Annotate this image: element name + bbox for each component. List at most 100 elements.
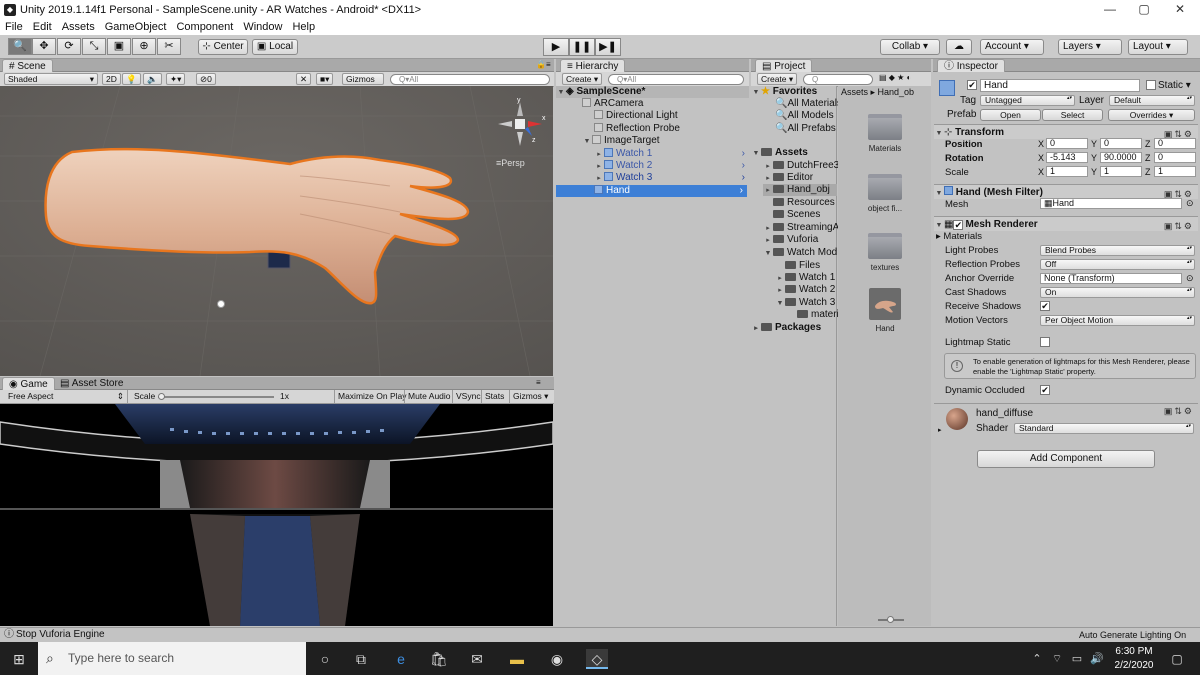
mail-icon[interactable]: ✉ bbox=[466, 649, 488, 669]
stats-toggle[interactable]: Stats bbox=[481, 390, 507, 403]
asset-textures-folder[interactable]: textures bbox=[860, 233, 910, 272]
lightmap-static-checkbox[interactable] bbox=[1040, 337, 1050, 347]
layout-dropdown[interactable]: Layout ▾ bbox=[1128, 39, 1188, 55]
scene-view[interactable]: y x z ≡Persp bbox=[0, 86, 553, 376]
minimize-button[interactable]: — bbox=[1092, 0, 1128, 19]
battery-icon[interactable]: ▭ bbox=[1066, 649, 1088, 669]
move-tool-icon[interactable]: ✥ bbox=[32, 38, 56, 55]
notifications-icon[interactable]: ▢ bbox=[1166, 649, 1188, 669]
shader-dropdown[interactable]: Standard bbox=[1014, 423, 1194, 434]
icon-size-slider-handle[interactable] bbox=[887, 616, 894, 623]
transform-header[interactable]: ▼ ⊹ Transform ▣⇅⚙ bbox=[934, 124, 1198, 139]
tools-toggle-icon[interactable]: ✕ bbox=[296, 73, 312, 85]
mesh-renderer-header[interactable]: ▼ ▦✔ Mesh Renderer ▣⇅⚙ bbox=[934, 216, 1198, 231]
active-checkbox[interactable]: ✔ bbox=[967, 80, 977, 90]
unity-taskbar-icon[interactable]: ◇ bbox=[586, 649, 608, 669]
fav-all-models[interactable]: 🔍All Models bbox=[775, 110, 834, 122]
tray-chevron-icon[interactable]: ⌃ bbox=[1026, 649, 1048, 669]
cast-shadows-dropdown[interactable]: On bbox=[1040, 287, 1195, 298]
folder-watch-models[interactable]: ▼ Watch Mod bbox=[763, 247, 838, 259]
menu-component[interactable]: Component bbox=[171, 21, 238, 33]
lighting-toggle-icon[interactable]: 💡 bbox=[122, 73, 141, 85]
scene-search-input[interactable]: Q▾All bbox=[390, 74, 550, 85]
rotate-tool-icon[interactable]: ⟳ bbox=[57, 38, 81, 55]
add-component-button[interactable]: Add Component bbox=[977, 450, 1155, 468]
prefab-open-button[interactable]: Open bbox=[980, 109, 1041, 121]
light-probes-dropdown[interactable]: Blend Probes bbox=[1040, 245, 1195, 256]
mesh-filter-header[interactable]: ▼ Hand (Mesh Filter) ▣⇅⚙ bbox=[934, 184, 1198, 199]
task-view-icon[interactable]: ⧉ bbox=[350, 649, 372, 669]
pivot-local-button[interactable]: ▣ Local bbox=[252, 39, 298, 55]
folder-streamingassets[interactable]: ▸ StreamingA bbox=[763, 222, 839, 234]
folder-dutchfree3[interactable]: ▸ DutchFree3 bbox=[763, 160, 839, 172]
edge-icon[interactable]: e bbox=[390, 649, 412, 669]
tab-hierarchy[interactable]: ≡ Hierarchy bbox=[560, 59, 626, 73]
collab-button[interactable]: Collab ▾ bbox=[880, 39, 940, 55]
transform-tool-icon[interactable]: ⊕ bbox=[132, 38, 156, 55]
folder-watch-1[interactable]: ▸ Watch 1 bbox=[775, 272, 835, 284]
material-settings-icon[interactable]: ▣⇅⚙ bbox=[1164, 406, 1194, 417]
object-name-field[interactable]: Hand bbox=[980, 79, 1140, 92]
anchor-picker-icon[interactable]: ⊙ bbox=[1186, 273, 1194, 284]
fav-all-materials[interactable]: 🔍All Materials bbox=[775, 98, 842, 110]
menu-edit[interactable]: Edit bbox=[28, 21, 57, 33]
anchor-override-field[interactable]: None (Transform) bbox=[1040, 273, 1182, 284]
material-foldout-arrow[interactable]: ▸ bbox=[938, 426, 942, 434]
project-search-input[interactable]: Q bbox=[803, 74, 873, 85]
asset-materials-folder[interactable]: Materials bbox=[860, 114, 910, 153]
folder-watch-2[interactable]: ▸ Watch 2 bbox=[775, 284, 835, 296]
hidden-count-icon[interactable]: ⊘0 bbox=[196, 73, 216, 85]
layer-dropdown[interactable]: Default bbox=[1109, 95, 1195, 106]
scale-tool-icon[interactable]: ⤡ bbox=[82, 38, 106, 55]
tab-asset-store[interactable]: ▤ Asset Store bbox=[60, 378, 123, 389]
fav-all-prefabs[interactable]: 🔍All Prefabs bbox=[775, 123, 836, 135]
pivot-center-button[interactable]: ⊹ Center bbox=[198, 39, 248, 55]
tree-item-watch-1[interactable]: ▸ Watch 1 › bbox=[594, 148, 749, 160]
folder-resources[interactable]: Resources bbox=[773, 197, 835, 209]
menu-gameobject[interactable]: GameObject bbox=[100, 21, 172, 33]
shading-dropdown[interactable]: Shaded ▾ bbox=[4, 73, 98, 85]
pos-x-field[interactable]: 0 bbox=[1046, 138, 1088, 149]
tab-game[interactable]: ◉ Game bbox=[2, 377, 55, 391]
favorites-row[interactable]: ▼ ★ Favorites bbox=[751, 86, 818, 98]
menu-window[interactable]: Window bbox=[238, 21, 287, 33]
prefab-select-button[interactable]: Select bbox=[1042, 109, 1103, 121]
mesh-field[interactable]: ▦Hand bbox=[1040, 198, 1182, 209]
play-button[interactable]: ▶ bbox=[543, 38, 569, 56]
rot-y-field[interactable]: 90.0000 bbox=[1100, 152, 1142, 163]
asset-hand-model[interactable]: Hand bbox=[860, 288, 910, 333]
hierarchy-create-button[interactable]: Create ▾ bbox=[562, 73, 603, 85]
hand-tool-icon[interactable]: 🔍 bbox=[8, 38, 32, 55]
tree-item-watch-2[interactable]: ▸ Watch 2 › bbox=[594, 160, 749, 172]
tree-item-imagetarget[interactable]: ▼ ImageTarget bbox=[582, 135, 660, 147]
folder-materials[interactable]: materi bbox=[797, 309, 839, 321]
scale-slider[interactable] bbox=[158, 396, 274, 398]
close-button[interactable]: ✕ bbox=[1162, 0, 1198, 19]
aspect-dropdown[interactable]: Free Aspect ⇕ bbox=[0, 390, 128, 403]
folder-hand-obj-selected[interactable]: ▸ Hand_obj bbox=[763, 184, 837, 196]
camera-toggle-icon[interactable]: ■▾ bbox=[316, 73, 334, 85]
tree-item-reflection-probe[interactable]: Reflection Probe bbox=[594, 123, 680, 135]
receive-shadows-checkbox[interactable]: ✔ bbox=[1040, 301, 1050, 311]
store-icon[interactable]: 🛍 bbox=[428, 649, 450, 669]
step-button[interactable]: ▶❚ bbox=[595, 38, 621, 56]
status-message[interactable]: Stop Vuforia Engine bbox=[16, 628, 105, 642]
scl-z-field[interactable]: 1 bbox=[1154, 166, 1196, 177]
scene-canvas[interactable] bbox=[0, 86, 553, 376]
persp-label[interactable]: ≡Persp bbox=[496, 158, 525, 168]
prefab-overrides-dropdown[interactable]: Overrides ▾ bbox=[1108, 109, 1195, 121]
project-breadcrumb[interactable]: Assets ▸ Hand_ob bbox=[838, 86, 931, 98]
rect-tool-icon[interactable]: ▣ bbox=[107, 38, 131, 55]
assets-root-row[interactable]: ▼ Assets bbox=[751, 147, 808, 159]
folder-vuforia[interactable]: ▸ Vuforia bbox=[763, 234, 818, 246]
orientation-gizmo[interactable]: y x z bbox=[492, 96, 548, 152]
rot-z-field[interactable]: 0 bbox=[1154, 152, 1196, 163]
panel-menu-icon[interactable]: 🔒≡ bbox=[536, 60, 551, 69]
tree-item-directional-light[interactable]: Directional Light bbox=[594, 110, 678, 122]
reflection-probes-dropdown[interactable]: Off bbox=[1040, 259, 1195, 270]
maximize-button[interactable]: ▢ bbox=[1126, 0, 1162, 19]
wifi-icon[interactable]: ⌔ bbox=[1046, 649, 1068, 669]
project-filter-icons[interactable]: ▤ ◆ ★ ◐ bbox=[879, 73, 911, 82]
cortana-icon[interactable]: ○ bbox=[314, 649, 336, 669]
taskbar-search-input[interactable]: ⌕ Type here to search bbox=[38, 642, 306, 675]
